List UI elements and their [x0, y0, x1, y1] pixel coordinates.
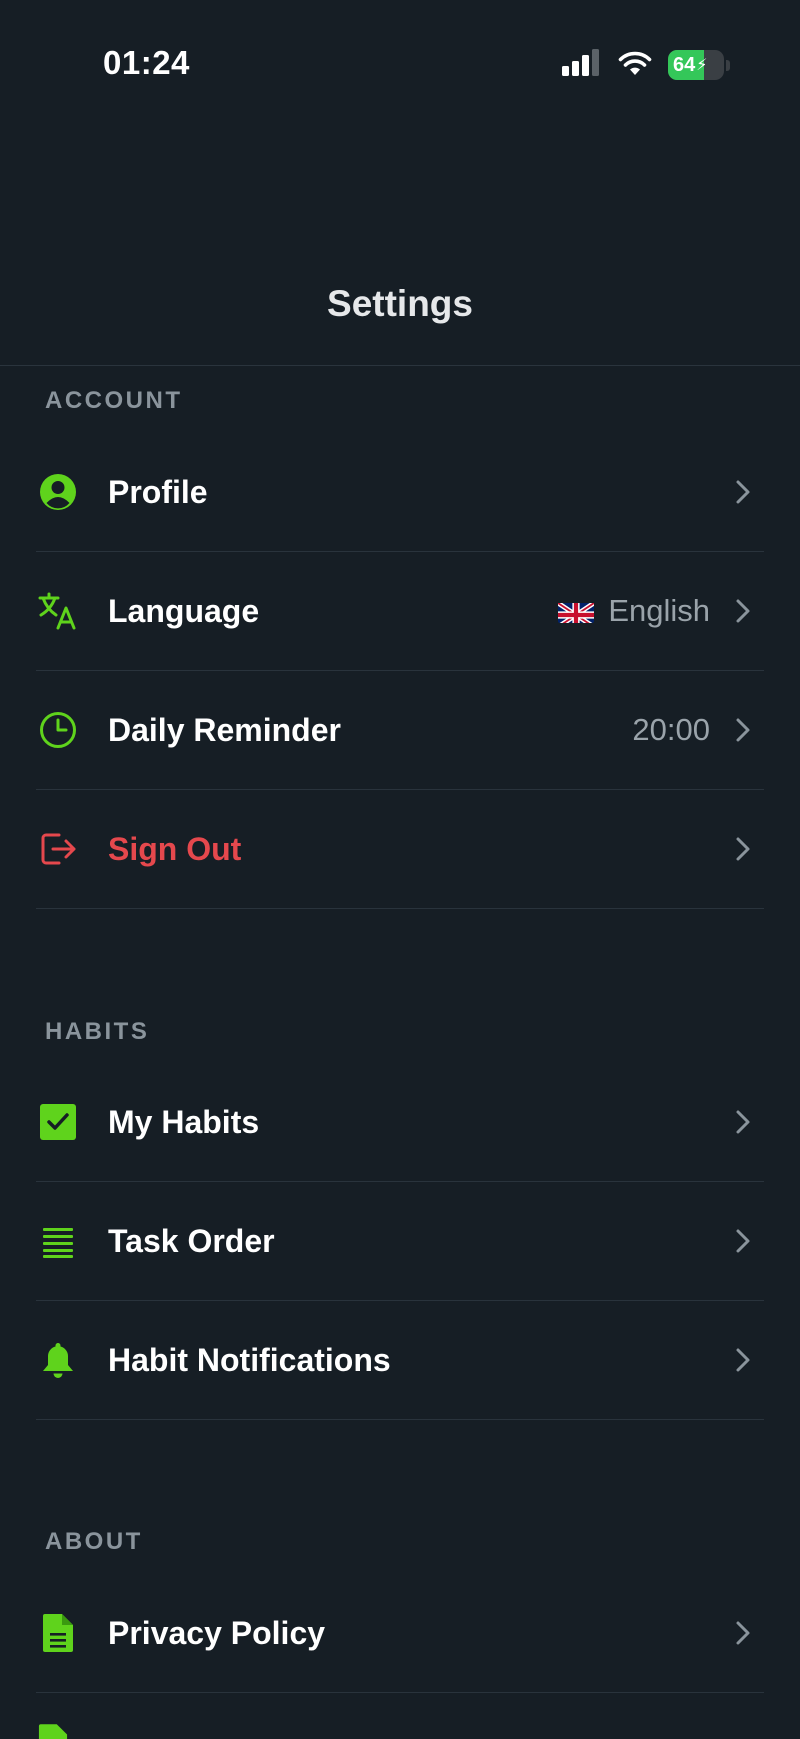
section-header-about: ABOUT: [45, 1528, 143, 1555]
chevron-right-icon: [732, 1618, 754, 1648]
chevron-right-icon: [732, 1107, 754, 1137]
settings-row-habit-notifications[interactable]: Habit Notifications: [36, 1301, 764, 1420]
checkbox-icon: [38, 1102, 78, 1142]
bell-icon: [38, 1340, 78, 1380]
section-header-habits: HABITS: [45, 1018, 150, 1045]
status-icons: 64 ⚡: [562, 48, 730, 82]
next-row-document-icon: [38, 1722, 68, 1739]
battery-nub: [726, 59, 730, 71]
page-title: Settings: [327, 283, 473, 324]
settings-row-label: Sign Out: [108, 830, 242, 867]
settings-row-profile[interactable]: Profile: [36, 433, 764, 552]
battery-icon: 64 ⚡: [668, 50, 724, 80]
sign-out-icon: [38, 829, 78, 869]
list-lines-icon: [38, 1221, 78, 1261]
translate-icon: [38, 591, 78, 631]
settings-row-language[interactable]: Language English: [36, 552, 764, 671]
chevron-right-icon: [732, 477, 754, 507]
settings-screen: 01:24 64 ⚡ Settings ACCOUNT Profile Lang…: [0, 0, 800, 1739]
settings-row-privacy-policy[interactable]: Privacy Policy: [36, 1574, 764, 1693]
chevron-right-icon: [732, 596, 754, 626]
settings-row-label: Daily Reminder: [108, 711, 341, 748]
chevron-right-icon: [732, 834, 754, 864]
cellular-signal-icon: [562, 48, 602, 82]
settings-row-label: Task Order: [108, 1222, 275, 1259]
settings-row-label: Language: [108, 592, 260, 629]
clock-icon: [38, 710, 78, 750]
person-circle-icon: [38, 472, 78, 512]
status-bar: 01:24 64 ⚡: [0, 0, 800, 130]
status-time: 01:24: [103, 44, 190, 81]
battery-level: 64: [673, 53, 696, 76]
uk-flag-icon: [558, 599, 595, 623]
settings-row-sign-out[interactable]: Sign Out: [36, 790, 764, 909]
settings-row-task-order[interactable]: Task Order: [36, 1182, 764, 1301]
charging-bolt-icon: ⚡: [696, 57, 708, 74]
header-divider: [0, 365, 800, 366]
settings-row-value: English: [558, 593, 710, 629]
settings-row-label: Habit Notifications: [108, 1341, 391, 1378]
section-header-account: ACCOUNT: [45, 387, 183, 414]
wifi-icon: [618, 50, 652, 81]
chevron-right-icon: [732, 1345, 754, 1375]
settings-row-label: Privacy Policy: [108, 1614, 326, 1651]
language-value: English: [608, 593, 710, 628]
chevron-right-icon: [732, 715, 754, 745]
settings-row-my-habits[interactable]: My Habits: [36, 1063, 764, 1182]
settings-row-label: My Habits: [108, 1103, 260, 1140]
reminder-time-value: 20:00: [632, 712, 710, 747]
document-icon: [38, 1613, 78, 1653]
settings-row-label: Profile: [108, 473, 208, 510]
settings-row-daily-reminder[interactable]: Daily Reminder 20:00: [36, 671, 764, 790]
chevron-right-icon: [732, 1226, 754, 1256]
